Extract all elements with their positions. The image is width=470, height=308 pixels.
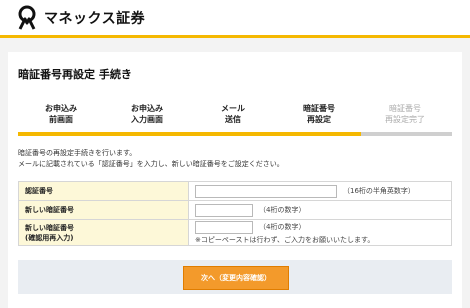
auth-number-cell: （16桁の半角英数字） [188,181,452,201]
form-row-new: 新しい暗証番号 （4桁の数字） [18,200,452,220]
step-3: メール 送信 [221,104,245,124]
progress-bar-remaining [361,132,452,136]
step-2: お申込み 入力画面 [131,104,163,124]
confirm-pin-label: 新しい暗証番号 (確認用再入力) [18,219,189,246]
page-title: 暗証番号再設定 手続き [18,68,132,81]
new-pin-label: 新しい暗証番号 [18,200,189,220]
site-header: マネックス証券 [0,0,470,38]
instructions: 暗証番号の再設定手続きを行います。 メールに記載されている「認証番号」を入力し、… [18,149,284,168]
next-confirm-button[interactable]: 次へ（変更内容確認） [183,266,289,290]
monex-logo[interactable]: マネックス証券 [14,4,145,32]
monex-logo-icon [14,5,40,31]
reset-form: 認証番号 （16桁の半角英数字） 新しい暗証番号 （4桁の数字） 新しい暗証番号… [18,181,452,246]
auth-number-hint: （16桁の半角英数字） [343,187,415,195]
new-pin-input[interactable] [195,203,253,217]
action-bar: 次へ（変更内容確認） [18,260,452,294]
confirm-pin-input[interactable] [195,220,253,234]
form-row-confirm: 新しい暗証番号 (確認用再入力) （4桁の数字） ※コピーペーストは行わず、ご入… [18,219,452,246]
progress-bar-done [18,132,361,136]
confirm-pin-hint: （4桁の数字） [259,223,306,231]
auth-number-input[interactable] [195,184,337,198]
step-5: 暗証番号 再設定完了 [385,104,425,124]
logo-text: マネックス証券 [44,11,146,27]
new-pin-cell: （4桁の数字） [188,200,452,220]
confirm-pin-cell: （4桁の数字） ※コピーペーストは行わず、ご入力をお願いいたします。 [188,219,452,246]
step-4-current: 暗証番号 再設定 [303,104,335,124]
new-pin-hint: （4桁の数字） [259,206,306,214]
form-row-auth: 認証番号 （16桁の半角英数字） [18,181,452,201]
step-1: お申込み 前画面 [45,104,77,124]
copy-paste-note: ※コピーペーストは行わず、ご入力をお願いいたします。 [195,235,375,244]
auth-number-label: 認証番号 [18,181,189,201]
